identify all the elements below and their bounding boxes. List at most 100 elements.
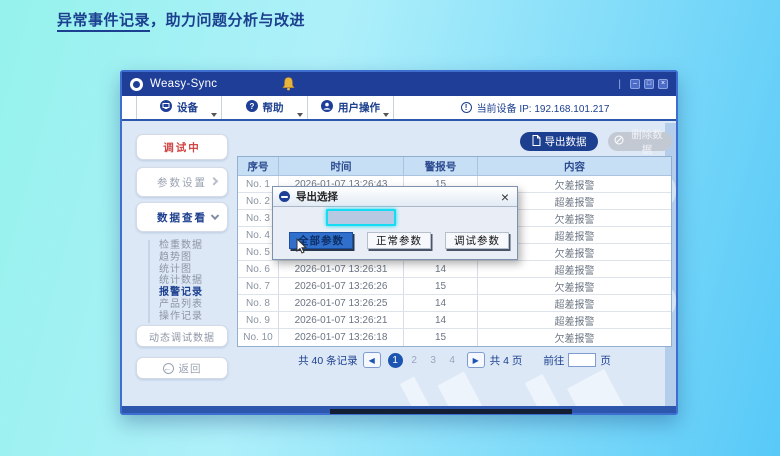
page-number-4[interactable]: 4 — [445, 353, 460, 368]
menu-user-operations[interactable]: 用户操作 — [308, 96, 394, 119]
menubar: 设备 ? 帮助 用户操作 ! 当前设备 IP: 192.168.101.217 — [122, 96, 676, 121]
export-selection-input[interactable] — [326, 209, 396, 226]
device-ip-status: ! 当前设备 IP: 192.168.101.217 — [394, 96, 676, 119]
close-button[interactable]: × — [658, 79, 668, 89]
window-controls: | – □ × — [618, 79, 668, 90]
table-cell-no: No. 7 — [238, 278, 279, 294]
sidebar-subitem-统计数据[interactable]: 统计数据 — [159, 275, 203, 287]
page-title: 异常事件记录，助力问题分析与改进 — [57, 9, 305, 30]
modal-button-调试参数[interactable]: 调试参数 — [445, 232, 509, 249]
sidebar-subitem-统计图[interactable]: 统计图 — [159, 264, 203, 276]
caret-down-icon — [383, 113, 389, 117]
goto-label: 前往 — [543, 353, 564, 368]
table-cell-no: No. 6 — [238, 261, 279, 277]
sidebar-sublist: 检重数据趋势图统计图统计数据报警记录产品列表操作记录 — [148, 240, 203, 323]
next-page-button[interactable]: ▶ — [467, 352, 485, 368]
sidebar-subitem-操作记录[interactable]: 操作记录 — [159, 311, 203, 323]
menu-help[interactable]: ? 帮助 — [222, 96, 308, 119]
sidebar-subitem-趋势图[interactable]: 趋势图 — [159, 252, 203, 264]
goto-page: 前往 页 — [543, 353, 611, 368]
back-button[interactable]: ← 返回 — [136, 357, 228, 379]
sidebar-item-dynamic-debug[interactable]: 动态调试数据 — [136, 325, 228, 347]
page-number-1[interactable]: 1 — [388, 353, 403, 368]
table-cell-content: 欠差报警 — [478, 329, 671, 346]
modal-buttons: 全部参数正常参数调试参数 — [289, 232, 509, 249]
total-pages: 共 4 页 — [490, 353, 523, 368]
app-title: Weasy-Sync — [150, 78, 217, 90]
menu-help-label: 帮助 — [263, 100, 284, 115]
caret-down-icon — [297, 113, 303, 117]
screen: 异常事件记录，助力问题分析与改进 Weasy-Sync | – □ × — [0, 0, 780, 456]
sidebar-item-param-settings[interactable]: 参数设置 — [136, 167, 228, 197]
table-row[interactable]: No. 62026-01-07 13:26:3114超差报警 — [238, 261, 671, 278]
total-records: 共 40 条记录 — [298, 353, 358, 368]
export-data-button[interactable]: 导出数据 — [520, 132, 598, 151]
device-ip-text: 当前设备 IP: 192.168.101.217 — [477, 100, 610, 115]
decorative-stripe — [567, 369, 651, 406]
delete-data-button[interactable]: 删除数据 — [608, 132, 672, 151]
table-row[interactable]: No. 102026-01-07 13:26:1815欠差报警 — [238, 329, 671, 346]
notification-bell-icon[interactable] — [282, 77, 295, 91]
decorative-stripe — [437, 372, 508, 406]
table-cell-content: 欠差报警 — [478, 278, 671, 294]
table-cell-alarm: 14 — [404, 312, 478, 328]
header-alarm: 警报号 — [404, 157, 478, 176]
sidebar-item-data-view[interactable]: 数据查看 — [136, 202, 228, 232]
table-cell-content: 超差报警 — [478, 312, 671, 328]
help-icon: ? — [246, 100, 258, 115]
mouse-cursor — [296, 238, 308, 255]
chevron-right-icon — [210, 177, 218, 185]
table-row[interactable]: No. 72026-01-07 13:26:2615欠差报警 — [238, 278, 671, 295]
header-no: 序号 — [238, 157, 279, 176]
caret-down-icon — [211, 113, 217, 117]
pagination: 共 40 条记录 ◀ 1234 ▶ 共 4 页 前往 页 — [237, 352, 672, 368]
export-file-icon — [532, 135, 541, 149]
menu-device[interactable]: 设备 — [136, 96, 222, 119]
dialog-logo-icon — [279, 191, 290, 202]
page-title-underlined: 异常事件记录 — [57, 12, 150, 32]
page-numbers: 1234 — [386, 353, 462, 368]
table-cell-time: 2026-01-07 13:26:18 — [279, 329, 404, 346]
page-unit-label: 页 — [600, 353, 611, 368]
table-cell-alarm: 15 — [404, 329, 478, 346]
device-icon — [160, 100, 172, 115]
modal-button-正常参数[interactable]: 正常参数 — [367, 232, 431, 249]
table-row[interactable]: No. 82026-01-07 13:26:2514超差报警 — [238, 295, 671, 312]
window-content: 调试中 参数设置 数据查看 检重数据趋势图统计图统计数据报警记录产品列表操作记录… — [122, 123, 676, 406]
prev-page-button[interactable]: ◀ — [363, 352, 381, 368]
page-number-2[interactable]: 2 — [407, 353, 422, 368]
table-cell-alarm: 15 — [404, 278, 478, 294]
dialog-close-icon[interactable]: × — [499, 190, 511, 204]
svg-text:?: ? — [249, 102, 254, 111]
sidebar-subitem-产品列表[interactable]: 产品列表 — [159, 299, 203, 311]
maximize-button[interactable]: □ — [644, 79, 654, 89]
table-cell-time: 2026-01-07 13:26:26 — [279, 278, 404, 294]
page-number-3[interactable]: 3 — [426, 353, 441, 368]
table-cell-alarm: 14 — [404, 261, 478, 277]
minimize-button[interactable]: – — [630, 79, 640, 89]
table-row[interactable]: No. 92026-01-07 13:26:2114超差报警 — [238, 312, 671, 329]
table-header: 序号 时间 警报号 内容 — [238, 157, 671, 176]
dialog-body: 全部参数正常参数调试参数 — [273, 207, 517, 259]
titlebar-divider: | — [618, 79, 621, 90]
sidebar-item-data-view-label: 数据查看 — [157, 210, 207, 225]
delete-data-label: 删除数据 — [628, 127, 666, 157]
table-cell-content: 超差报警 — [478, 295, 671, 311]
debug-status-button[interactable]: 调试中 — [136, 134, 228, 160]
table-cell-time: 2026-01-07 13:26:31 — [279, 261, 404, 277]
table-cell-no: No. 8 — [238, 295, 279, 311]
export-dialog: 导出选择 × 全部参数正常参数调试参数 — [272, 186, 518, 260]
table-cell-time: 2026-01-07 13:26:21 — [279, 312, 404, 328]
goto-page-input[interactable] — [568, 353, 596, 367]
header-content: 内容 — [478, 157, 671, 176]
table-cell-no: No. 10 — [238, 329, 279, 346]
sidebar-subitem-检重数据[interactable]: 检重数据 — [159, 240, 203, 252]
back-button-label: 返回 — [179, 361, 202, 376]
titlebar[interactable]: Weasy-Sync | – □ × — [122, 72, 676, 96]
dialog-titlebar[interactable]: 导出选择 × — [273, 187, 517, 207]
sidebar-subitem-报警记录[interactable]: 报警记录 — [159, 287, 203, 299]
taskbar-strip — [330, 409, 572, 414]
table-cell-alarm: 14 — [404, 295, 478, 311]
menu-user-operations-label: 用户操作 — [338, 100, 380, 115]
info-icon: ! — [461, 102, 472, 113]
